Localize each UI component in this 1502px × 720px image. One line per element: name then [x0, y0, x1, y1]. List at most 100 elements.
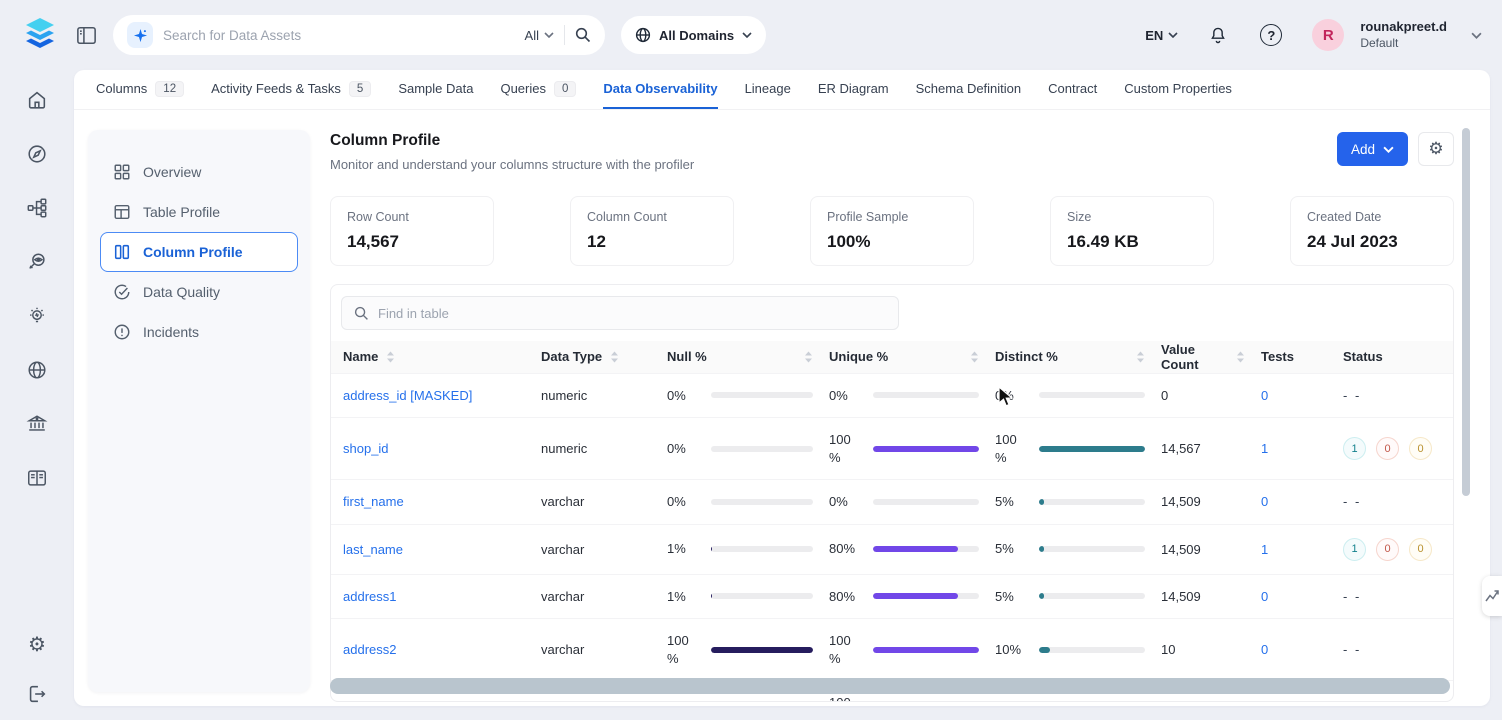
table-row: address_id [MASKED] numeric 0% 0% 0% 0 0…: [331, 373, 1454, 418]
status-aborted-badge: 0: [1409, 437, 1432, 460]
status-empty: - -: [1343, 494, 1361, 509]
profiler-sidebar: Overview Table Profile Column Profile Da…: [88, 130, 310, 692]
summary-cards: Row Count14,567 Column Count12 Profile S…: [330, 196, 1454, 266]
language-dropdown[interactable]: EN: [1145, 28, 1178, 43]
distinct-bar: [1039, 446, 1145, 452]
horizontal-scrollbar[interactable]: [330, 678, 1450, 694]
tab-queries[interactable]: Queries0: [500, 70, 576, 109]
help-icon[interactable]: ?: [1260, 24, 1282, 46]
value-count-cell: 10: [1153, 619, 1253, 681]
tests-link[interactable]: 0: [1261, 642, 1268, 657]
status-empty: - -: [1343, 589, 1361, 604]
null-pct: 0%: [667, 440, 701, 458]
tab-data-observability[interactable]: Data Observability: [603, 70, 717, 109]
column-name-link[interactable]: first_name: [343, 494, 404, 509]
find-in-table-input[interactable]: Find in table: [341, 296, 899, 330]
col-header-value-count[interactable]: Value Count: [1153, 341, 1253, 373]
page-subtitle: Monitor and understand your columns stru…: [330, 157, 694, 172]
search-scope-dropdown[interactable]: All: [525, 28, 554, 43]
sort-icon: [1136, 351, 1145, 363]
column-name-link[interactable]: address2: [343, 642, 396, 657]
tab-count-badge: 0: [554, 81, 576, 97]
unique-bar: [873, 593, 979, 599]
status-failed-badge: 0: [1376, 538, 1399, 561]
sort-icon: [970, 351, 979, 363]
search-icon: [354, 306, 369, 321]
governance-bank-icon[interactable]: [25, 412, 49, 436]
lineage-hierarchy-icon[interactable]: [25, 196, 49, 220]
glossary-book-icon[interactable]: [25, 466, 49, 490]
tests-link[interactable]: 0: [1261, 494, 1268, 509]
insights-bulb-icon[interactable]: [25, 304, 49, 328]
settings-gear-icon[interactable]: ⚙: [25, 632, 49, 656]
sidebar-item-data-quality[interactable]: Data Quality: [100, 272, 298, 312]
user-name: rounakpreet.d: [1360, 19, 1447, 35]
user-menu-chevron-icon[interactable]: [1471, 32, 1482, 39]
vertical-scrollbar[interactable]: [1462, 128, 1470, 496]
tab-schema-definition[interactable]: Schema Definition: [916, 70, 1022, 109]
sidebar-item-table-profile[interactable]: Table Profile: [100, 192, 298, 232]
column-name-link[interactable]: shop_id: [343, 441, 389, 456]
sidebar-item-incidents[interactable]: Incidents: [100, 312, 298, 352]
column-name-link[interactable]: last_name: [343, 542, 403, 557]
tests-link[interactable]: 0: [1261, 589, 1268, 604]
domains-globe-icon[interactable]: [25, 358, 49, 382]
tests-link[interactable]: 1: [1261, 542, 1268, 557]
search-icon[interactable]: [575, 27, 591, 43]
check-circle-icon: [113, 283, 131, 301]
notifications-bell-icon[interactable]: [1208, 25, 1228, 46]
null-pct: 0%: [667, 387, 701, 405]
tab-custom-properties[interactable]: Custom Properties: [1124, 70, 1232, 109]
table-row: first_name varchar 0% 0% 5% 14,509 0 - -: [331, 480, 1454, 525]
ai-sparkle-icon[interactable]: [127, 22, 153, 48]
add-button[interactable]: Add: [1337, 132, 1408, 166]
table-row: last_name varchar 1% 80% 5% 14,509 1 100: [331, 524, 1454, 574]
unique-pct: 80%: [829, 540, 863, 558]
status-badges: 100: [1343, 538, 1432, 561]
unique-bar: [873, 499, 979, 505]
tab-sample-data[interactable]: Sample Data: [398, 70, 473, 109]
home-icon[interactable]: [25, 88, 49, 112]
app-logo-icon[interactable]: [20, 16, 60, 54]
null-pct: 1%: [667, 588, 701, 606]
column-name-link[interactable]: address1: [343, 589, 396, 604]
sidebar-toggle-icon[interactable]: [76, 26, 97, 45]
user-info[interactable]: rounakpreet.d Default: [1360, 19, 1447, 50]
stat-row-count: Row Count14,567: [330, 196, 494, 266]
col-header-data-type[interactable]: Data Type: [533, 341, 659, 373]
col-header-null[interactable]: Null %: [659, 341, 821, 373]
logout-icon[interactable]: [25, 682, 49, 706]
sidebar-item-column-profile[interactable]: Column Profile: [100, 232, 298, 272]
tab-contract[interactable]: Contract: [1048, 70, 1097, 109]
page-title: Column Profile: [330, 132, 694, 150]
top-bar: Search for Data Assets All All Domains E…: [0, 0, 1502, 70]
tab-count-badge: 5: [349, 81, 371, 97]
distinct-pct: 5%: [995, 588, 1029, 606]
tab-columns[interactable]: Columns12: [96, 70, 184, 109]
value-count-cell: 14,509: [1153, 480, 1253, 525]
profiler-settings-button[interactable]: ⚙: [1418, 132, 1454, 166]
sidebar-item-overview[interactable]: Overview: [100, 152, 298, 192]
col-header-unique[interactable]: Unique %: [821, 341, 987, 373]
columns-table: Name Data Type Null % Unique % Distinct …: [331, 341, 1454, 702]
col-header-distinct[interactable]: Distinct %: [987, 341, 1153, 373]
global-search[interactable]: Search for Data Assets All: [113, 15, 605, 55]
observability-icon[interactable]: [25, 250, 49, 274]
avatar[interactable]: R: [1312, 19, 1344, 51]
column-name-link[interactable]: address_id [MASKED]: [343, 388, 472, 403]
status-success-badge: 1: [1343, 437, 1366, 460]
unique-pct: 0%: [829, 493, 863, 511]
tab-lineage[interactable]: Lineage: [745, 70, 791, 109]
tests-link[interactable]: 0: [1261, 388, 1268, 403]
explore-compass-icon[interactable]: [25, 142, 49, 166]
tab-er-diagram[interactable]: ER Diagram: [818, 70, 889, 109]
tab-activity-feeds[interactable]: Activity Feeds & Tasks5: [211, 70, 371, 109]
chart-panel-handle[interactable]: [1482, 576, 1502, 616]
tests-link[interactable]: 1: [1261, 441, 1268, 456]
left-nav-rail: ⚙: [0, 70, 74, 720]
value-count-cell: 14,509: [1153, 524, 1253, 574]
domains-dropdown[interactable]: All Domains: [621, 16, 766, 54]
col-header-name[interactable]: Name: [331, 341, 533, 373]
search-input[interactable]: Search for Data Assets: [163, 28, 515, 43]
entity-tab-bar: Columns12 Activity Feeds & Tasks5 Sample…: [74, 70, 1490, 110]
